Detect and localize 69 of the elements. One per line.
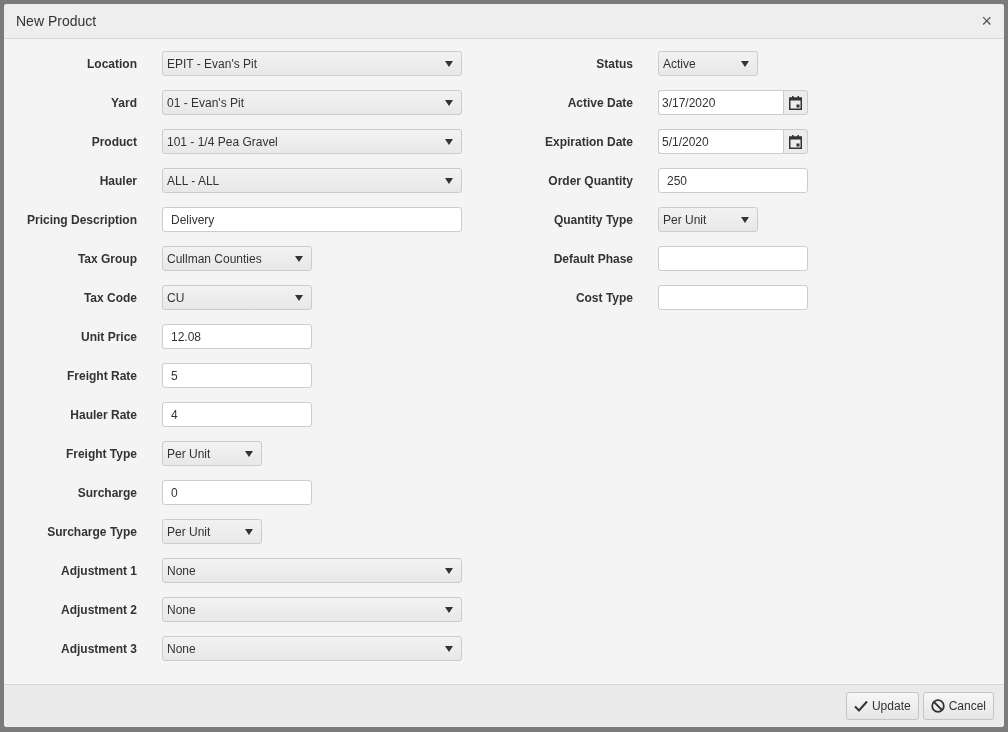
field-label: Cost Type xyxy=(574,290,634,305)
dropdown[interactable]: None xyxy=(162,558,462,583)
close-button[interactable]: × xyxy=(981,10,992,32)
caret-icon xyxy=(445,99,453,106)
dropdown[interactable]: 01 - Evan's Pit xyxy=(162,90,462,115)
field-label: Surcharge Type xyxy=(46,524,138,539)
text-field[interactable]: 12.08 xyxy=(162,324,312,349)
caret-icon xyxy=(245,528,253,535)
field-label: Unit Price xyxy=(80,329,138,344)
caret-icon xyxy=(295,255,303,262)
dropdown[interactable]: Per Unit xyxy=(658,207,758,232)
field-label: Adjustment 1 xyxy=(60,563,138,578)
dropdown[interactable]: 101 - 1/4 Pea Gravel xyxy=(162,129,462,154)
field-label: Hauler Rate xyxy=(69,407,138,422)
text-field[interactable]: 0 xyxy=(162,480,312,505)
caret-icon xyxy=(445,60,453,67)
caret-icon xyxy=(245,450,253,457)
text-field[interactable]: 4 xyxy=(162,402,312,427)
dropdown[interactable]: ALL - ALL xyxy=(162,168,462,193)
dropdown[interactable]: EPIT - Evan's Pit xyxy=(162,51,462,76)
text-field[interactable]: 250 xyxy=(658,168,808,193)
field-label: Freight Rate xyxy=(66,368,138,383)
confirm-button[interactable]: Update xyxy=(845,692,919,720)
caret-icon xyxy=(445,138,453,145)
calendar-button[interactable] xyxy=(783,90,808,115)
field-label: Order Quantity xyxy=(547,173,634,188)
dropdown[interactable]: Per Unit xyxy=(162,441,262,466)
field-label: Tax Group xyxy=(76,251,138,266)
caret-icon xyxy=(445,567,453,574)
cancel-icon xyxy=(930,699,945,713)
field-label: Active Date xyxy=(566,95,634,110)
dropdown[interactable]: Cullman Counties xyxy=(162,246,312,271)
dropdown[interactable]: Per Unit xyxy=(162,519,262,544)
calendar-icon xyxy=(789,134,802,149)
date-field[interactable]: 5/1/2020 xyxy=(658,129,783,154)
field-label: Status xyxy=(595,56,634,71)
caret-icon xyxy=(741,60,749,67)
date-field[interactable]: 3/17/2020 xyxy=(658,90,783,115)
checkmark-icon xyxy=(853,700,868,712)
calendar-icon xyxy=(789,95,802,110)
field-label: Product xyxy=(90,134,138,149)
field-label: Pricing Description xyxy=(25,212,138,227)
caret-icon xyxy=(445,177,453,184)
field-label: Location xyxy=(86,56,138,71)
dropdown[interactable]: None xyxy=(162,597,462,622)
text-field[interactable] xyxy=(658,246,808,271)
text-field[interactable]: 5 xyxy=(162,363,312,388)
caret-icon xyxy=(295,294,303,301)
dropdown[interactable]: Active xyxy=(658,51,758,76)
caret-icon xyxy=(445,645,453,652)
caret-icon xyxy=(741,216,749,223)
field-label: Expiration Date xyxy=(543,134,634,149)
cancel-button[interactable]: Cancel xyxy=(922,692,994,720)
field-label: Yard xyxy=(110,95,138,110)
dropdown[interactable]: CU xyxy=(162,285,312,310)
caret-icon xyxy=(445,606,453,613)
calendar-button[interactable] xyxy=(783,129,808,154)
field-label: Surcharge xyxy=(76,485,138,500)
field-label: Adjustment 3 xyxy=(60,641,138,656)
text-field[interactable] xyxy=(658,285,808,310)
field-label: Tax Code xyxy=(82,290,138,305)
text-field[interactable]: Delivery xyxy=(162,207,462,232)
field-label: Default Phase xyxy=(552,251,634,266)
field-label: Quantity Type xyxy=(552,212,634,227)
field-label: Freight Type xyxy=(64,446,138,461)
field-label: Hauler xyxy=(98,173,138,188)
window-title: New Product xyxy=(16,13,97,29)
field-label: Adjustment 2 xyxy=(60,602,138,617)
dropdown[interactable]: None xyxy=(162,636,462,661)
